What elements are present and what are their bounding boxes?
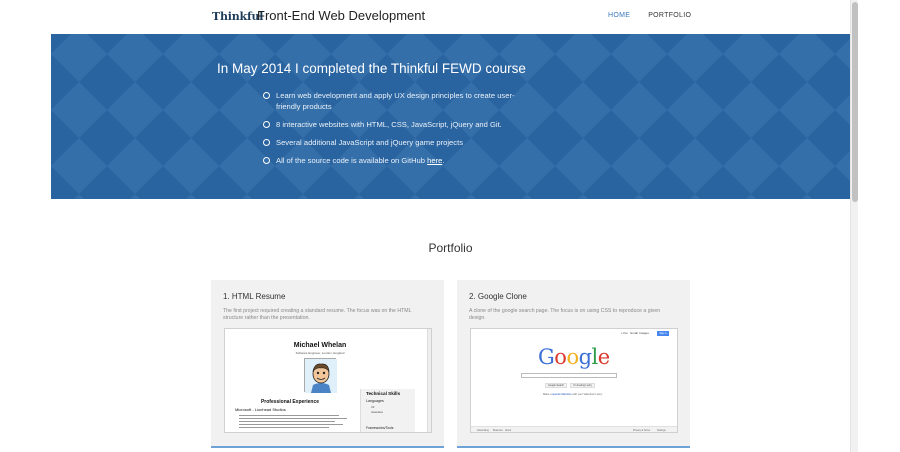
google-logo-letter: o <box>566 345 579 369</box>
google-logo-letter: g <box>578 345 592 369</box>
google-footer-link: Advertising <box>477 429 489 432</box>
resume-text-line <box>239 427 329 428</box>
circle-bullet-icon <box>263 139 270 146</box>
google-top-bar: +You Gmail Images Sign in <box>471 329 677 338</box>
resume-scrollbar[interactable] <box>427 329 431 432</box>
google-logo-letter: o <box>554 345 567 369</box>
google-top-link: +You <box>621 331 628 335</box>
hero-list-item: Learn web development and apply UX desig… <box>263 90 533 112</box>
site-title: Front-End Web Development <box>257 8 426 23</box>
resume-text-line <box>239 424 343 425</box>
portfolio-card-google-clone[interactable]: 2. Google Clone A clone of the google se… <box>457 280 690 448</box>
github-here-link[interactable]: here <box>427 156 442 165</box>
circle-bullet-icon <box>263 92 270 99</box>
scrollbar-thumb[interactable] <box>852 2 858 202</box>
google-logo-letter: G <box>538 345 555 369</box>
google-footer-link: Business <box>493 429 503 432</box>
hero-title: In May 2014 I completed the Thinkful FEW… <box>217 61 526 76</box>
google-top-link: Images <box>639 331 649 335</box>
card-description: The first project required creating a st… <box>223 308 412 321</box>
resume-name: Michael Whelan <box>293 342 347 349</box>
resume-skills-heading: Technical Skills <box>366 391 401 396</box>
circle-bullet-icon <box>263 157 270 164</box>
resume-thumbnail[interactable]: Michael Whelan Software Engineer, London… <box>224 328 432 433</box>
main-nav: HOME PORTFOLIO <box>608 12 691 19</box>
resume-frameworks-label: Frameworks/Tools <box>366 426 394 430</box>
google-footer-link: About <box>505 429 512 432</box>
google-logo: Google <box>538 345 610 369</box>
resume-languages-label: Languages <box>366 399 384 403</box>
portfolio-heading: Portfolio <box>428 241 473 255</box>
card-title: 1. HTML Resume <box>223 292 286 301</box>
google-footer-link: Privacy & Terms <box>633 429 651 432</box>
google-top-link: Gmail <box>630 331 638 335</box>
resume-text-line <box>239 418 347 419</box>
cartoon-avatar-icon <box>305 359 337 393</box>
google-footer-link: Settings <box>657 429 666 432</box>
nav-portfolio-link[interactable]: PORTFOLIO <box>648 12 691 19</box>
hero-list-item: 8 interactive websites with HTML, CSS, J… <box>263 119 533 130</box>
resume-text-line <box>239 421 335 422</box>
hero-list-item: All of the source code is available on G… <box>263 155 533 166</box>
hero-list: Learn web development and apply UX desig… <box>263 90 533 173</box>
hero-banner: In May 2014 I completed the Thinkful FEW… <box>51 34 850 199</box>
avatar <box>304 358 337 393</box>
resume-job-title: Microsoft - Lionhead Studios <box>235 407 286 412</box>
resume-language-item: Java/Java <box>371 411 383 414</box>
thinkful-logo[interactable]: Thinkful <box>212 10 263 23</box>
page: Thinkful Front-End Web Development HOME … <box>51 0 850 452</box>
card-title: 2. Google Clone <box>469 292 527 301</box>
google-logo-letter: e <box>597 345 610 369</box>
window-scrollbar[interactable] <box>850 0 858 452</box>
circle-bullet-icon <box>263 121 270 128</box>
google-sign-in-button: Sign in <box>657 331 669 336</box>
google-lucky-button: I'm Feeling Lucky <box>570 383 595 388</box>
google-thumbnail[interactable]: +You Gmail Images Sign in Google Google … <box>470 328 678 433</box>
card-description: A clone of the google search page. The f… <box>469 308 661 321</box>
google-search-box <box>521 373 617 378</box>
portfolio-card-html-resume[interactable]: 1. HTML Resume The first project require… <box>211 280 444 448</box>
resume-experience-heading: Professional Experience <box>260 399 320 405</box>
google-promo-note: Make a special Valentine with your Valen… <box>543 393 603 396</box>
resume-text-line <box>239 415 339 416</box>
nav-home-link[interactable]: HOME <box>608 12 630 19</box>
site-header: Thinkful Front-End Web Development HOME … <box>51 0 850 34</box>
resume-subtitle: Software Engineer, London, England <box>295 351 345 355</box>
google-search-button: Google Search <box>545 383 567 388</box>
google-footer: Advertising Business About Privacy & Ter… <box>471 426 677 432</box>
resume-language-item: C# <box>371 406 375 409</box>
hero-list-item: Several additional JavaScript and jQuery… <box>263 137 533 148</box>
